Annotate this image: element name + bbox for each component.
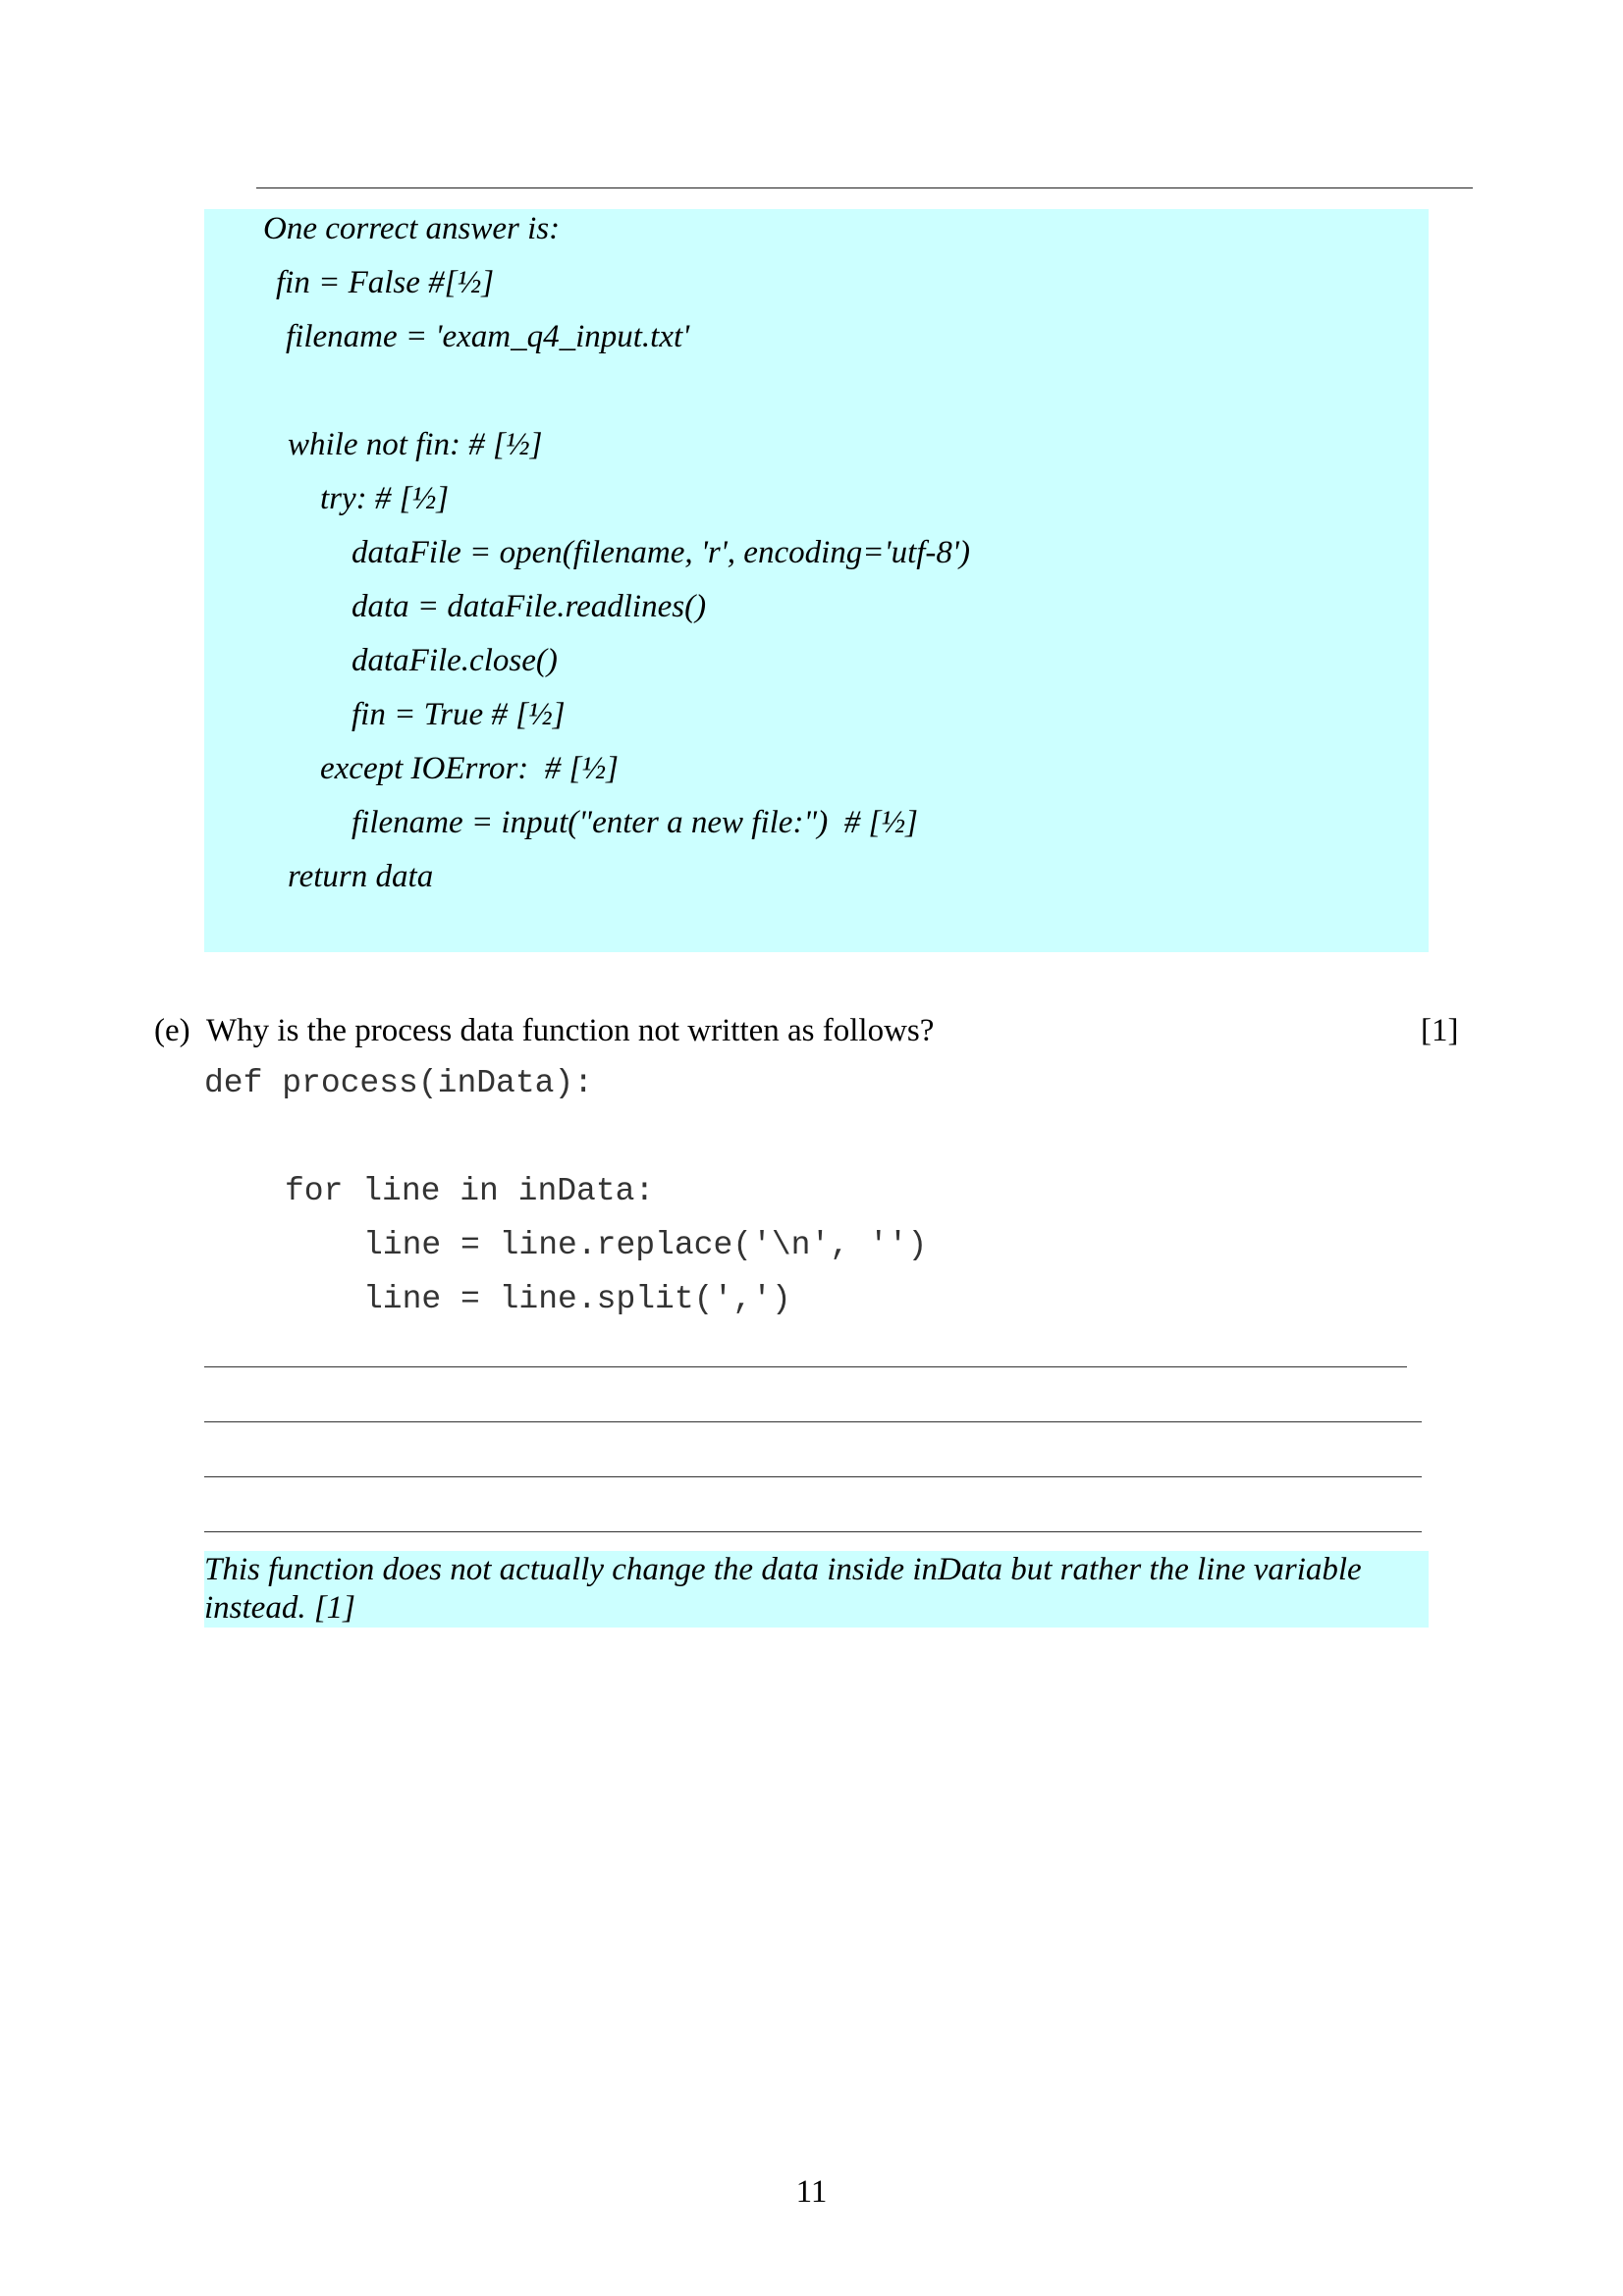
answer-code-line: fin = True # [½] xyxy=(352,697,566,732)
answer-code-line: data = dataFile.readlines() xyxy=(352,589,707,624)
question-marks: [1] xyxy=(1421,1013,1459,1048)
answer-writing-line[interactable] xyxy=(204,1366,1407,1367)
question-text: Why is the process data function not wri… xyxy=(206,1013,935,1048)
answer-code-line: while not fin: # [½] xyxy=(288,427,543,462)
answer-code-line: return data xyxy=(288,859,434,894)
page-number: 11 xyxy=(795,2174,828,2210)
answer-code-line: filename = 'exam_q4_input.txt' xyxy=(286,319,690,354)
answer-code-line: try: # [½] xyxy=(320,481,450,516)
question-code-line: line = line.replace('\n', '') xyxy=(363,1227,928,1263)
question-code-line: line = line.split(',') xyxy=(363,1281,791,1317)
answer-intro: One correct answer is: xyxy=(263,211,561,246)
answer-code-line: dataFile = open(filename, 'r', encoding=… xyxy=(352,535,970,570)
feedback-box: This function does not actually change t… xyxy=(204,1551,1429,1628)
answer-code-line: fin = False #[½] xyxy=(276,265,495,300)
answer-writing-line[interactable] xyxy=(204,1476,1422,1477)
feedback-text: This function does not actually change t… xyxy=(204,1552,1362,1626)
answer-code-line: filename = input("enter a new file:") # … xyxy=(352,805,918,840)
answer-code-line: dataFile.close() xyxy=(352,643,558,678)
question-label: (e) xyxy=(154,1013,190,1048)
question-code-line: def process(inData): xyxy=(204,1065,594,1101)
answer-writing-line[interactable] xyxy=(204,1421,1422,1422)
top-rule xyxy=(256,187,1473,188)
question-code-line: for line in inData: xyxy=(285,1173,655,1209)
answer-writing-line[interactable] xyxy=(204,1531,1422,1532)
answer-code-line: except IOError: # [½] xyxy=(320,751,619,786)
